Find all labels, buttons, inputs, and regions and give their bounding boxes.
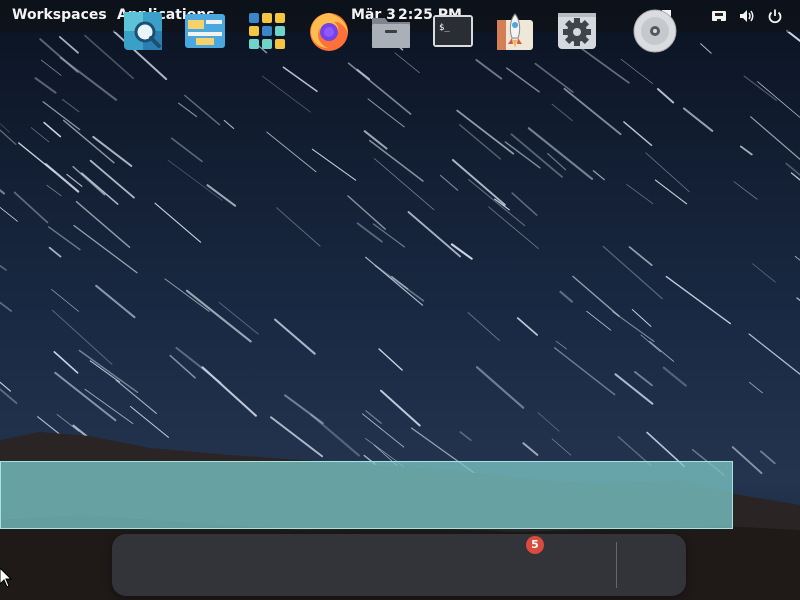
- appcenter-icon[interactable]: [492, 8, 538, 54]
- selection-rectangle: [0, 461, 733, 529]
- disc-icon[interactable]: [632, 8, 678, 54]
- folder-icon[interactable]: [368, 8, 414, 54]
- settings-icon[interactable]: [554, 8, 600, 54]
- update-count-badge: 5: [526, 536, 544, 554]
- app-grid-icon[interactable]: [244, 8, 290, 54]
- firefox-icon[interactable]: [306, 8, 352, 54]
- terminal-icon[interactable]: $_: [430, 8, 476, 54]
- workspaces-button[interactable]: Workspaces: [12, 7, 107, 23]
- mouse-cursor-icon: [0, 568, 12, 588]
- network-icon[interactable]: [711, 8, 727, 24]
- dock: [112, 534, 686, 596]
- dock-separator: [616, 542, 617, 588]
- volume-icon[interactable]: [738, 8, 754, 24]
- svg-text:$_: $_: [439, 23, 450, 33]
- search-icon[interactable]: [120, 8, 166, 54]
- power-icon[interactable]: [767, 8, 783, 24]
- files-window-icon[interactable]: [182, 8, 228, 54]
